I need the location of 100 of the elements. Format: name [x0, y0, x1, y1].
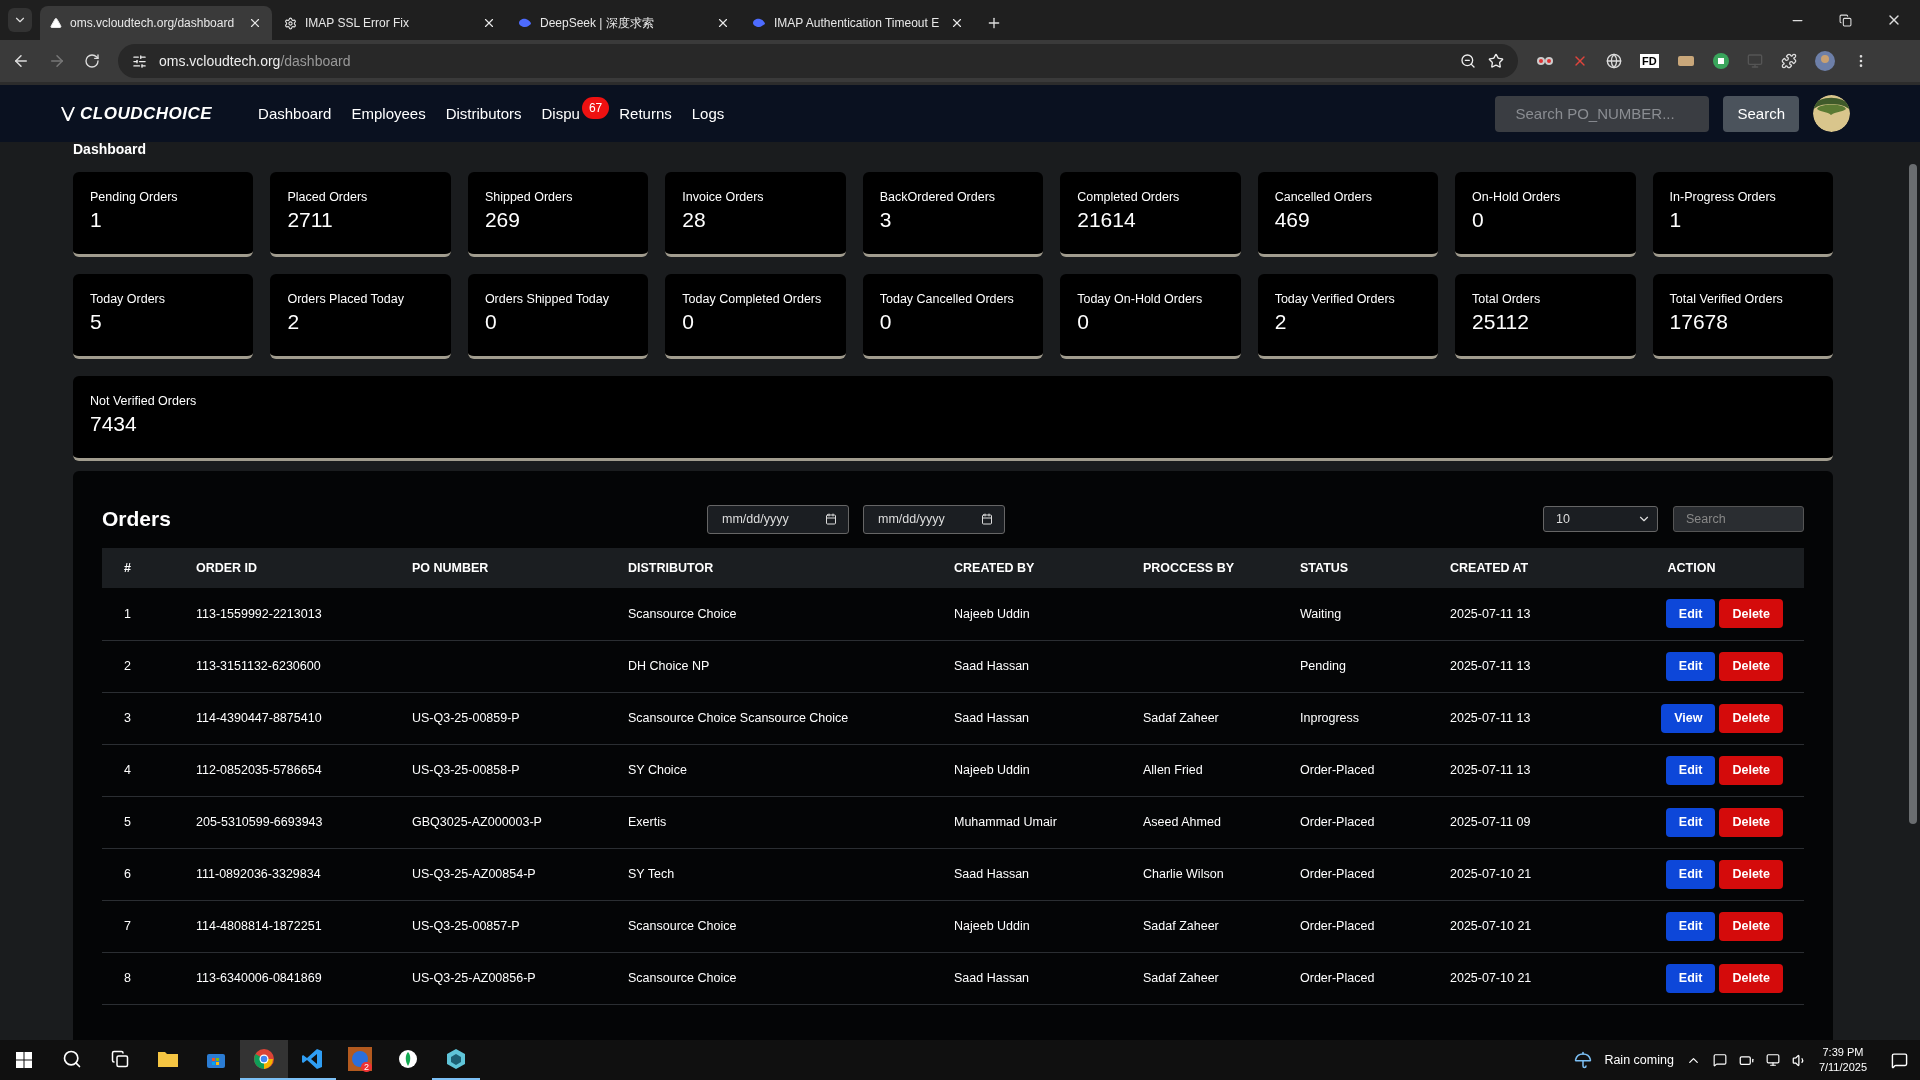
date-field[interactable]: mm/dd/yyyy — [863, 504, 1005, 534]
delete-button[interactable]: Delete — [1719, 651, 1783, 681]
globe-icon[interactable] — [1606, 53, 1622, 69]
edit-button[interactable]: Edit — [1665, 807, 1716, 837]
browser-tab[interactable]: IMAP SSL Error Fix — [274, 6, 506, 40]
whale-icon — [518, 17, 532, 29]
address-bar[interactable]: oms.vcloudtech.org/dashboard — [118, 44, 1518, 78]
table-cell: 113-6340006-0841869 — [196, 971, 322, 985]
leaf-icon[interactable] — [398, 1049, 418, 1069]
edit-button[interactable]: Edit — [1665, 599, 1716, 629]
delete-button[interactable]: Delete — [1719, 599, 1783, 629]
stat-value: 0 — [682, 310, 695, 334]
stat-label: In-Progress Orders — [1669, 190, 1777, 204]
close-icon[interactable] — [716, 16, 730, 30]
table-cell: 1 — [124, 606, 131, 621]
view-button[interactable]: View — [1661, 703, 1716, 733]
stat-value: 25112 — [1472, 310, 1530, 334]
nav-link[interactable]: Logs — [691, 105, 725, 122]
search-icon[interactable] — [62, 1049, 82, 1069]
delete-button[interactable]: Delete — [1719, 755, 1783, 785]
weather-text[interactable]: Rain coming — [1604, 1053, 1674, 1067]
edit-button[interactable]: Edit — [1665, 911, 1716, 941]
delete-button[interactable]: Delete — [1719, 703, 1783, 733]
stat-label: Today On-Hold Orders — [1077, 292, 1204, 306]
zoom-icon[interactable] — [1460, 53, 1476, 69]
browser-tab[interactable]: oms.vcloudtech.org/dashboard — [40, 6, 272, 40]
extension-icon[interactable] — [1712, 53, 1729, 69]
edit-button[interactable]: Edit — [1665, 859, 1716, 889]
windows-icon[interactable] — [16, 1052, 32, 1068]
back-icon[interactable] — [12, 52, 30, 70]
nav-link[interactable]: Dashboard — [258, 105, 332, 122]
extension-icon[interactable]: FD — [1640, 54, 1659, 68]
browser-icon[interactable] — [253, 1048, 275, 1070]
clock-date[interactable]: 7/11/2025 — [1818, 1060, 1867, 1075]
folder-icon[interactable] — [157, 1050, 179, 1068]
table-cell: DH Choice NP — [628, 659, 710, 673]
triangle-icon — [50, 17, 62, 29]
restore-icon[interactable] — [1839, 13, 1852, 27]
column-header: PO NUMBER — [390, 548, 606, 588]
new-tab-icon[interactable] — [986, 15, 1002, 31]
table-cell: 113-1559992-2213013 — [196, 606, 322, 621]
nav-link[interactable]: Dispu — [541, 105, 580, 122]
delete-button[interactable]: Delete — [1719, 807, 1783, 837]
close-icon[interactable] — [482, 16, 496, 30]
extension-icon[interactable] — [1536, 54, 1554, 68]
page-size-select[interactable]: 10 — [1543, 506, 1658, 532]
table-cell: 113-3151132-6230600 — [196, 659, 321, 673]
reload-icon[interactable] — [84, 53, 100, 69]
tab-list-button[interactable] — [8, 8, 32, 32]
nav-link[interactable]: Distributors — [445, 105, 522, 122]
close-icon[interactable] — [248, 16, 262, 30]
star-icon[interactable] — [1488, 53, 1504, 69]
table-cell: 2025-07-11 09 — [1450, 815, 1531, 829]
table-cell: 2025-07-10 21 — [1450, 867, 1532, 881]
code-editor-icon[interactable] — [301, 1048, 323, 1070]
site-settings-icon[interactable] — [132, 53, 147, 69]
table-cell: 114-4390447-8875410 — [196, 711, 322, 725]
network-icon[interactable] — [1765, 1053, 1780, 1067]
stat-label: On-Hold Orders — [1472, 190, 1562, 204]
forward-icon[interactable] — [48, 52, 66, 70]
logo[interactable]: CLOUDCHOICE — [80, 103, 213, 124]
calendar-icon[interactable] — [981, 512, 993, 525]
close-icon[interactable] — [950, 16, 964, 30]
calendar-icon[interactable] — [825, 512, 837, 525]
profile-icon[interactable] — [1814, 51, 1835, 71]
notification-icon[interactable] — [1891, 1051, 1908, 1069]
table-cell: Order-Placed — [1300, 763, 1375, 777]
delete-button[interactable]: Delete — [1719, 911, 1783, 941]
search-button[interactable]: Search — [1723, 95, 1799, 132]
stat-value: 0 — [879, 310, 893, 334]
cube-icon[interactable] — [445, 1048, 467, 1070]
stat-label: Not Verified Orders — [90, 394, 198, 408]
table-cell: US-Q3-25-AZ00854-P — [412, 867, 536, 881]
stat-value: 3 — [879, 208, 893, 232]
table-cell: 111-0892036-3329834 — [196, 867, 321, 881]
notification-icon[interactable] — [1712, 1053, 1727, 1067]
whale-icon — [752, 17, 766, 29]
browser-tab[interactable]: IMAP Authentication Timeout E — [742, 6, 974, 40]
search-field[interactable]: Search PO_NUMBER... — [1495, 95, 1710, 132]
search-field[interactable]: Search — [1673, 506, 1804, 532]
stat-label: Orders Shipped Today — [484, 292, 611, 306]
umbrella-icon[interactable] — [1574, 1051, 1593, 1069]
delete-button[interactable]: Delete — [1719, 963, 1783, 993]
table-cell: Sadaf Zaheer — [1143, 711, 1219, 725]
extension-icon[interactable] — [1676, 54, 1695, 68]
clock-time[interactable]: 7:39 PM — [1822, 1045, 1864, 1060]
avatar[interactable] — [1813, 95, 1850, 132]
task-view-icon[interactable] — [111, 1050, 129, 1068]
edit-button[interactable]: Edit — [1665, 963, 1716, 993]
nav-link[interactable]: Returns — [619, 105, 672, 122]
table-cell: Saad Hassan — [954, 711, 1030, 725]
extensions-icon[interactable] — [1780, 53, 1797, 69]
edit-button[interactable]: Edit — [1665, 755, 1716, 785]
stat-label: Total Verified Orders — [1669, 292, 1784, 306]
date-field[interactable]: mm/dd/yyyy — [707, 504, 849, 534]
delete-button[interactable]: Delete — [1719, 859, 1783, 889]
edit-button[interactable]: Edit — [1665, 651, 1716, 681]
column-header: DISTRIBUTOR — [606, 548, 932, 588]
browser-tab[interactable]: DeepSeek | 深度求索 — [508, 6, 740, 40]
nav-link[interactable]: Employees — [351, 105, 426, 122]
